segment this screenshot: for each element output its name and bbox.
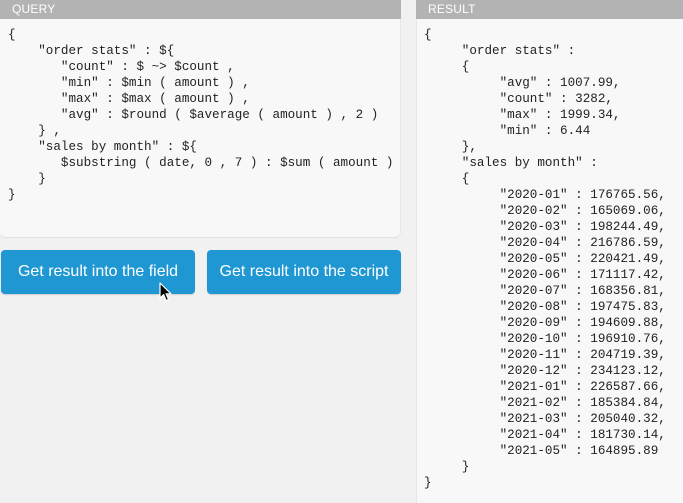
result-panel-title: RESULT bbox=[416, 0, 683, 19]
query-code[interactable]: { "order stats" : ${ "count" : $ ~> $cou… bbox=[8, 27, 400, 203]
query-editor[interactable]: { "order stats" : ${ "count" : $ ~> $cou… bbox=[0, 19, 401, 238]
result-viewer[interactable]: { "order stats" : { "avg" : 1007.99, "co… bbox=[416, 19, 683, 503]
get-result-into-script-button[interactable]: Get result into the script bbox=[207, 250, 401, 294]
get-result-into-field-button[interactable]: Get result into the field bbox=[1, 250, 195, 294]
result-code: { "order stats" : { "avg" : 1007.99, "co… bbox=[424, 28, 666, 490]
query-panel-title: QUERY bbox=[0, 0, 401, 19]
